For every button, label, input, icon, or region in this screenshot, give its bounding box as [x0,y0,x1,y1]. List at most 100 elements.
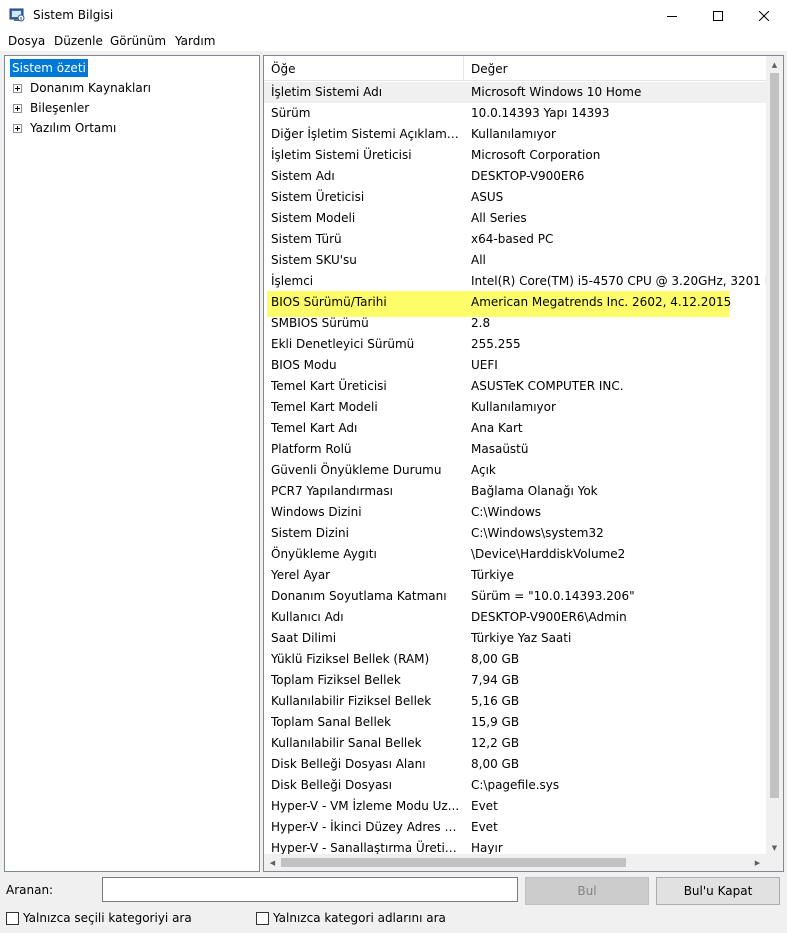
table-row[interactable]: Disk Belleği Dosyası Alanı 8,00 GB [264,754,766,775]
tree-item-bilesenler[interactable]: Bileşenler [5,99,255,117]
row-item-name: Yüklü Fiziksel Bellek (RAM) [271,652,430,666]
table-row[interactable]: Kullanılabilir Fiziksel Bellek 5,16 GB [264,691,766,712]
table-row[interactable]: Diğer İşletim Sistemi Açıklaması Kullanıl… [264,124,766,145]
search-selected-category-option[interactable]: Yalnızca seçili kategoriyi ara [6,910,192,926]
table-row[interactable]: Önyükleme Aygıtı \Device\HarddiskVolume2 [264,544,766,565]
row-item-name: Sistem Türü [271,232,342,246]
maximize-icon [713,10,723,21]
table-row[interactable]: Donanım Soyutlama Katmanı Sürüm = "10.0.1… [264,586,766,607]
horizontal-scroll-thumb[interactable] [281,858,626,867]
row-item-name: Hyper-V - İkinci Düzey Adres Ç... [271,820,463,834]
menu-dosya[interactable]: Dosya [8,34,45,48]
menu-duzenle[interactable]: Düzenle [54,34,103,48]
table-row[interactable]: Sürüm 10.0.14393 Yapı 14393 [264,103,766,124]
row-item-value: 10.0.14393 Yapı 14393 [471,106,610,120]
row-item-name: BIOS Modu [271,358,337,372]
table-row[interactable]: İşletim Sistemi Adı Microsoft Windows 10 … [264,82,766,103]
table-row[interactable]: BIOS Modu UEFI [264,355,766,376]
row-item-value: C:\Windows\system32 [471,526,604,540]
table-row[interactable]: Sistem Türü x64-based PC [264,229,766,250]
horizontal-scrollbar[interactable]: ◀ ▶ [264,854,766,871]
row-item-name: Kullanılabilir Sanal Bellek [271,736,422,750]
tree-item-sistem-ozeti[interactable]: Sistem özeti [10,59,88,77]
row-item-value: All [471,253,486,267]
vertical-scroll-thumb[interactable] [770,73,779,798]
vertical-scrollbar[interactable]: ▲ ▼ [766,56,783,856]
table-row[interactable]: Kullanıcı Adı DESKTOP-V900ER6\Admin [264,607,766,628]
table-row[interactable]: PCR7 Yapılandırması Bağlama Olanağı Yok [264,481,766,502]
table-row[interactable]: Hyper-V - VM İzleme Modu Uz... Evet [264,796,766,817]
table-row[interactable]: Sistem SKU'su All [264,250,766,271]
minimize-icon [667,15,677,17]
tree-item-yazilim-ortami[interactable]: Yazılım Ortamı [5,119,255,137]
row-item-name: Sistem Modeli [271,211,356,225]
row-item-value: Bağlama Olanağı Yok [471,484,598,498]
table-row[interactable]: Temel Kart Modeli Kullanılamıyor [264,397,766,418]
row-item-value: Microsoft Windows 10 Home [471,85,642,99]
row-item-name: PCR7 Yapılandırması [271,484,393,498]
table-row[interactable]: Temel Kart Üreticisi ASUSTeK COMPUTER INC… [264,376,766,397]
scroll-left-arrow-icon[interactable]: ◀ [264,854,281,871]
column-header-value[interactable]: Değer [464,56,766,81]
search-category-names-option[interactable]: Yalnızca kategori adlarını ara [256,910,446,926]
row-item-name: Sistem SKU'su [271,253,357,267]
menu-yardim[interactable]: Yardım [175,34,215,48]
search-category-names-checkbox[interactable] [256,911,269,925]
table-row[interactable]: Disk Belleği Dosyası C:\pagefile.sys [264,775,766,796]
row-item-value: 15,9 GB [471,715,520,729]
tree-item-donanim-kaynaklari[interactable]: Donanım Kaynakları [5,79,255,97]
column-header-item[interactable]: Öğe [264,56,464,81]
row-item-value: C:\pagefile.sys [471,778,560,792]
table-row[interactable]: Toplam Fiziksel Bellek 7,94 GB [264,670,766,691]
row-item-name: Toplam Sanal Bellek [271,715,392,729]
table-row[interactable]: Platform Rolü Masaüstü [264,439,766,460]
table-row[interactable]: Kullanılabilir Sanal Bellek 12,2 GB [264,733,766,754]
table-row[interactable]: İşlemci Intel(R) Core(TM) i5-4570 CPU @ 3… [264,271,766,292]
table-row[interactable]: Ekli Denetleyici Sürümü 255.255 [264,334,766,355]
table-row[interactable]: Yüklü Fiziksel Bellek (RAM) 8,00 GB [264,649,766,670]
expand-plus-icon[interactable] [13,84,22,93]
tree-item-label: Donanım Kaynakları [30,81,151,95]
table-row[interactable]: Windows Dizini C:\Windows [264,502,766,523]
row-item-value: 5,16 GB [471,694,520,708]
table-row[interactable]: Sistem Adı DESKTOP-V900ER6 [264,166,766,187]
row-item-value: 8,00 GB [471,757,520,771]
find-button[interactable]: Bul [525,877,649,905]
maximize-button[interactable] [695,0,741,31]
row-item-name: Temel Kart Üreticisi [271,379,387,393]
scroll-right-arrow-icon[interactable]: ▶ [749,854,766,871]
menu-bar: Dosya Düzenle Görünüm Yardım [0,31,787,51]
row-item-name: Platform Rolü [271,442,352,456]
search-selected-category-checkbox[interactable] [6,911,19,925]
row-item-name: Önyükleme Aygıtı [271,547,377,561]
search-input[interactable] [102,877,518,902]
table-row[interactable]: SMBIOS Sürümü 2.8 [264,313,766,334]
category-tree[interactable]: Sistem özeti Donanım Kaynakları Bileşenl… [4,55,260,872]
table-row[interactable]: Sistem Üreticisi ASUS [264,187,766,208]
row-item-name: BIOS Sürümü/Tarihi [271,295,387,309]
table-row[interactable]: Güvenli Önyükleme Durumu Açık [264,460,766,481]
row-item-value: x64-based PC [471,232,554,246]
row-item-value: DESKTOP-V900ER6\Admin [471,610,627,624]
row-item-name: İşletim Sistemi Adı [271,85,383,99]
row-item-name: Sistem Dizini [271,526,349,540]
table-row[interactable]: Temel Kart Adı Ana Kart [264,418,766,439]
expand-plus-icon[interactable] [13,104,22,113]
expand-plus-icon[interactable] [13,124,22,133]
table-row[interactable]: Sistem Modeli All Series [264,208,766,229]
row-item-name: Güvenli Önyükleme Durumu [271,463,442,477]
table-row[interactable]: Sistem Dizini C:\Windows\system32 [264,523,766,544]
close-find-button[interactable]: Bul'u Kapat [656,877,780,905]
close-window-button[interactable] [741,0,787,31]
table-row[interactable]: BIOS Sürümü/Tarihi American Megatrends In… [264,291,766,317]
table-row[interactable]: Yerel Ayar Türkiye [264,565,766,586]
table-row[interactable]: Hyper-V - İkinci Düzey Adres Ç... Evet [264,817,766,838]
table-row[interactable]: Saat Dilimi Türkiye Yaz Saati [264,628,766,649]
details-list[interactable]: Öğe Değer İşletim Sistemi Adı Microsoft W… [263,55,784,872]
search-selected-category-label: Yalnızca seçili kategoriyi ara [23,911,192,925]
menu-gorunum[interactable]: Görünüm [110,34,166,48]
table-row[interactable]: Toplam Sanal Bellek 15,9 GB [264,712,766,733]
table-row[interactable]: İşletim Sistemi Üreticisi Microsoft Corpo… [264,145,766,166]
scroll-up-arrow-icon[interactable]: ▲ [766,56,783,73]
minimize-button[interactable] [649,0,695,31]
